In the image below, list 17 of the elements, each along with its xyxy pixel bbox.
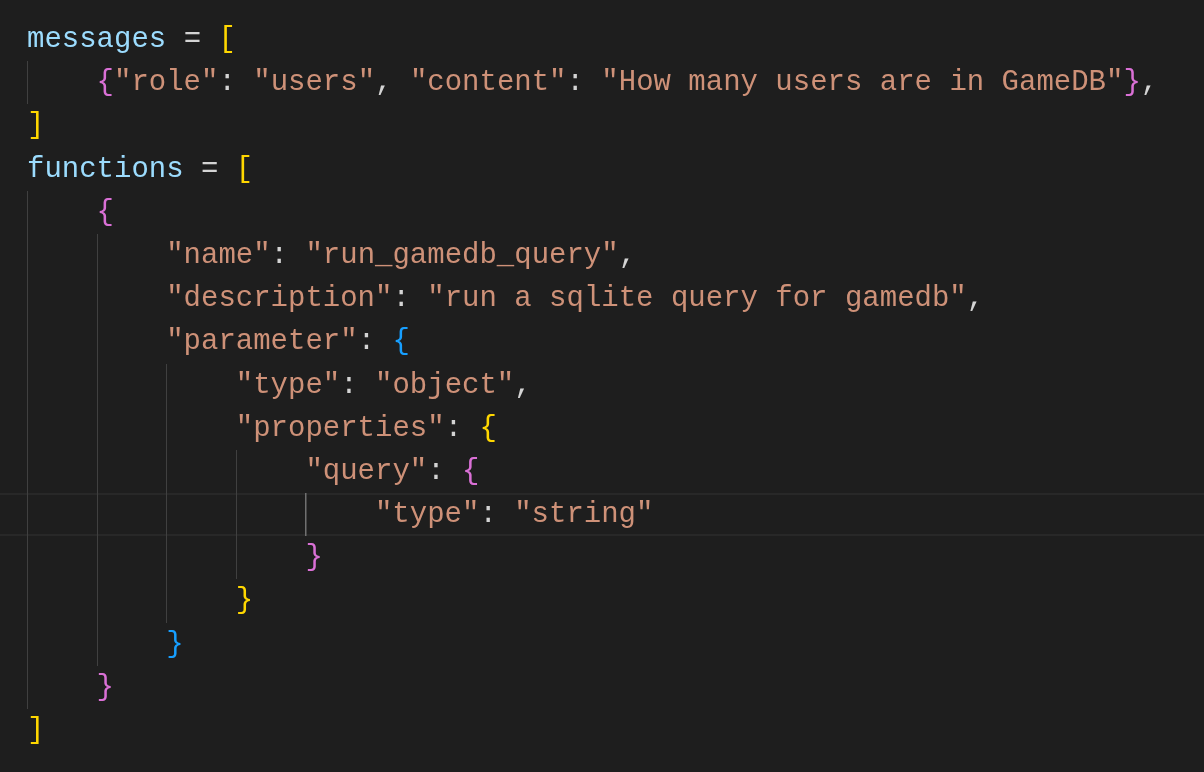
code-line: functions = [ — [27, 151, 254, 188]
code-line: "properties": { — [235, 410, 497, 447]
code-line: } — [166, 626, 184, 663]
code-line: } — [305, 540, 323, 577]
code-line: { — [96, 194, 114, 231]
code-line: "parameter": { — [166, 324, 410, 361]
code-line: "name": "run_gamedb_query", — [166, 237, 637, 274]
code-line: messages = [ — [27, 22, 236, 58]
code-line: "type": "object", — [235, 367, 532, 404]
code-line: } — [96, 669, 114, 706]
code-line: "type": "string" — [374, 497, 654, 534]
code-line: ] — [27, 108, 45, 145]
code-line: } — [235, 583, 254, 620]
code-line: "description": "run a sqlite query for gamedb", — [166, 281, 985, 318]
code-line: "query": { — [305, 453, 480, 490]
code-line: ] — [27, 713, 45, 749]
code-line: {"role": "users", "content": "How many users are in GameDB"}, — [96, 65, 1159, 102]
